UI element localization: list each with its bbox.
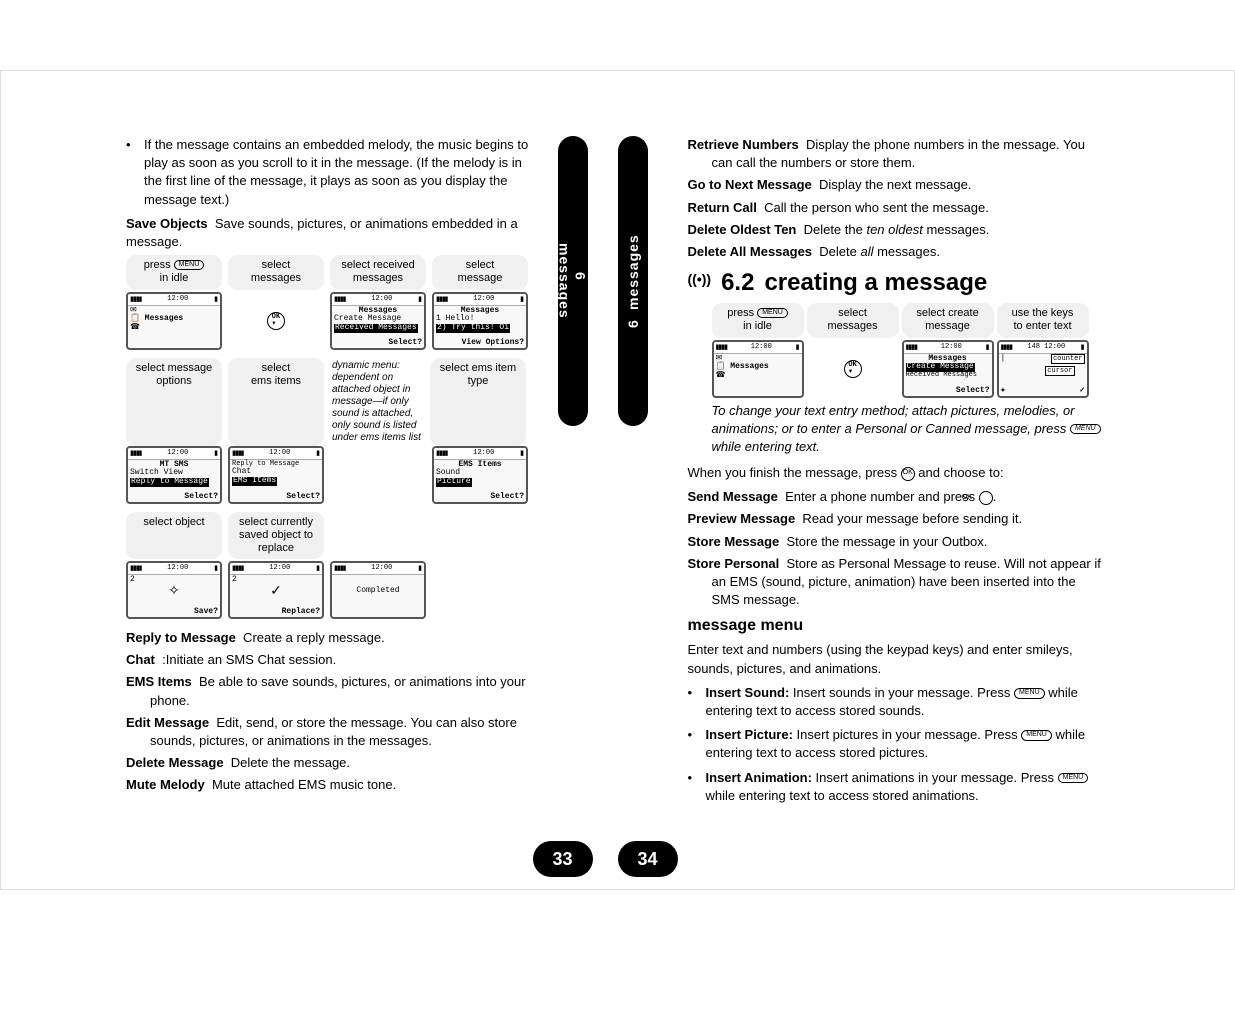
side-tab-num: 6 [573, 272, 589, 280]
menu-key-icon: MENU [757, 308, 788, 318]
definition-item: Delete Oldest Ten Delete the ten oldest … [688, 221, 1103, 239]
screen-create-msg: ▮▮▮▮12:00 MessagesCreate MessageReceived… [902, 340, 994, 398]
side-tab-left: 6 messages [558, 136, 588, 426]
subheading-message-menu: message menu [688, 617, 1103, 635]
screen-messages-menu: ▮▮▮▮12:00 MessagesCreate MessageReceived… [330, 292, 426, 350]
antenna-icon: ((•)) [688, 271, 712, 287]
definition-item: Send Message Enter a phone number and pr… [688, 488, 1103, 506]
section-title: creating a message [764, 269, 987, 297]
step-row-headers: press MENUin idle selectmessages select … [712, 303, 1103, 337]
definition-item: Retrieve Numbers Display the phone numbe… [688, 136, 1103, 172]
definition-item: EMS Items Be able to save sounds, pictur… [126, 673, 541, 709]
screen-ems-type: ▮▮▮▮12:00 EMS ItemsSoundPicture Select? [432, 446, 528, 504]
def-label: Save Objects [126, 216, 208, 231]
step-header: use the keysto enter text [997, 303, 1089, 337]
finish-paragraph: When you finish the message, press OK an… [688, 464, 1103, 482]
screen-row-1: ▮▮▮▮12:00 ✉📋 Messages☎ OK▾ ▮▮▮▮12:00 Mes… [126, 292, 541, 350]
page-34: Retrieve Numbers Display the phone numbe… [618, 71, 1234, 889]
side-tab-label: messages [625, 234, 641, 310]
counter-label: counter [1051, 354, 1084, 364]
definition-list: Reply to Message Create a reply message.… [126, 629, 541, 795]
bullet-item: •Insert Animation: Insert animations in … [688, 769, 1103, 805]
screen-save-object: ▮▮▮▮12:00 2✧ Save? [126, 561, 222, 619]
step-row-3-headers: select object select currentlysaved obje… [126, 512, 541, 560]
definition-item: Store Personal Store as Personal Message… [688, 555, 1103, 610]
menu-key-icon: MENU [174, 260, 205, 270]
step-header: selectmessages [228, 255, 324, 289]
bullet-melody: • If the message contains an embedded me… [126, 136, 541, 209]
step-header: select createmessage [902, 303, 994, 337]
page-spread: • If the message contains an embedded me… [0, 70, 1235, 890]
step-header: press MENUin idle [712, 303, 804, 337]
definition-list-send: Send Message Enter a phone number and pr… [688, 488, 1103, 609]
definition-item: Preview Message Read your message before… [688, 510, 1103, 528]
page-number-33: 33 [533, 841, 593, 877]
definition-item: Go to Next Message Display the next mess… [688, 176, 1103, 194]
def-save-objects: Save Objects Save sounds, pictures, or a… [126, 215, 541, 251]
screen-idle: ▮▮▮▮12:00 ✉📋 Messages☎ [126, 292, 222, 350]
screen-text-entry: ▮▮▮▮148 12:00 | counter cursor ✦ ✓ [997, 340, 1089, 398]
page-33: • If the message contains an embedded me… [1, 71, 618, 889]
side-tab-num: 6 [625, 320, 641, 328]
definition-item: Reply to Message Create a reply message. [126, 629, 541, 647]
side-tab-right: 6 messages [618, 136, 648, 426]
screen-msg-options: ▮▮▮▮12:00 MT SMSSwitch ViewReply to Mess… [126, 446, 222, 504]
ok-button-graphic: OK▾ [807, 340, 899, 398]
screen-row-2: ▮▮▮▮12:00 MT SMSSwitch ViewReply to Mess… [126, 398, 541, 504]
bullet-item: •Insert Sound: Insert sounds in your mes… [688, 684, 1103, 720]
menu-key-icon: MENU [1070, 424, 1101, 434]
definition-item: Delete Message Delete the message. [126, 754, 541, 772]
step-header: selectmessages [807, 303, 899, 337]
definition-item: Return Call Call the person who sent the… [688, 199, 1103, 217]
cursor-label: cursor [1045, 366, 1074, 376]
step-row-1-headers: press MENUin idle selectmessages select … [126, 255, 541, 289]
side-tab-label: messages [557, 243, 573, 319]
step-header: select object [126, 512, 222, 560]
screen-replace-object: ▮▮▮▮12:00 2✓ Replace? [228, 561, 324, 619]
step-header: select currentlysaved object toreplace [228, 512, 324, 560]
paragraph: Enter text and numbers (using the keypad… [688, 641, 1103, 677]
definition-item: Mute Melody Mute attached EMS music tone… [126, 776, 541, 794]
screen-received: ▮▮▮▮12:00 Messages1 Hello!2) Try this! O… [432, 292, 528, 350]
definition-item: Delete All Messages Delete all messages. [688, 243, 1103, 261]
step-header: selectmessage [432, 255, 528, 289]
bullet-text: If the message contains an embedded melo… [144, 136, 541, 209]
ok-key-icon: OK [901, 467, 915, 481]
screen-ems-select: ▮▮▮▮12:00 Reply to MessageChatEMS Items … [228, 446, 324, 504]
definition-item: Edit Message Edit, send, or store the me… [126, 714, 541, 750]
page-number-34: 34 [618, 841, 678, 877]
section-number: 6.2 [721, 269, 754, 297]
screen-row: ▮▮▮▮12:00 ✉📋 Messages☎ OK▾ ▮▮▮▮12:00 Mes… [712, 340, 1103, 398]
step-header: press MENUin idle [126, 255, 222, 289]
definition-item: Store Message Store the message in your … [688, 533, 1103, 551]
step-header: select receivedmessages [330, 255, 426, 289]
section-heading-6-2: ((•)) 6.2 creating a message [688, 269, 1103, 297]
bullet-dot: • [126, 136, 144, 209]
screen-completed: ▮▮▮▮12:00 Completed [330, 561, 426, 619]
screen-row-3: ▮▮▮▮12:00 2✧ Save? ▮▮▮▮12:00 2✓ Replace?… [126, 561, 541, 619]
definition-list-top: Retrieve Numbers Display the phone numbe… [688, 136, 1103, 261]
definition-item: Chat :Initiate an SMS Chat session. [126, 651, 541, 669]
bullet-list: •Insert Sound: Insert sounds in your mes… [688, 684, 1103, 805]
bullet-item: •Insert Picture: Insert pictures in your… [688, 726, 1103, 762]
ok-button-graphic: OK▾ [228, 292, 324, 350]
screen-idle: ▮▮▮▮12:00 ✉📋 Messages☎ [712, 340, 804, 398]
italic-note: To change your text entry method; attach… [688, 402, 1103, 457]
